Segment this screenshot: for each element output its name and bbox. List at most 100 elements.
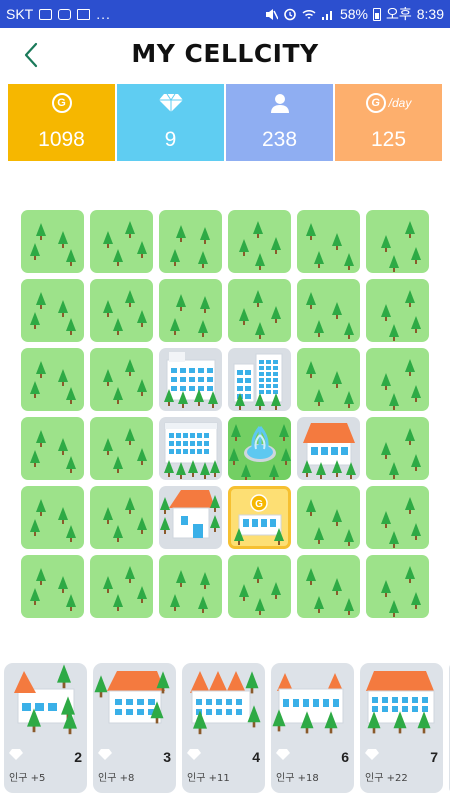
grass-tile[interactable] xyxy=(21,486,84,549)
grass-tile[interactable] xyxy=(297,486,360,549)
grass-tile[interactable] xyxy=(90,348,153,411)
grass-tile[interactable] xyxy=(228,279,291,342)
tree-icon xyxy=(170,318,180,335)
price-value: 2 xyxy=(74,749,82,765)
diamond-icon xyxy=(158,93,183,112)
shop-item-price: 7 xyxy=(365,749,438,765)
grass-tile[interactable] xyxy=(90,279,153,342)
tree-icon xyxy=(113,387,123,404)
tree-icon xyxy=(200,296,210,313)
battery-icon xyxy=(372,7,381,21)
image-notification-icon xyxy=(39,8,53,20)
tree-icon xyxy=(36,499,46,516)
price-value: 4 xyxy=(252,749,260,765)
grass-tile[interactable] xyxy=(366,210,429,273)
tree-icon xyxy=(137,310,147,327)
shop-item-house-1[interactable]: 2 인구 +5 xyxy=(4,663,87,793)
house-red-tile[interactable] xyxy=(297,417,360,480)
tree-icon xyxy=(344,391,354,408)
apartment-tile[interactable] xyxy=(159,348,222,411)
tree-icon xyxy=(332,509,342,526)
grass-tile[interactable] xyxy=(228,555,291,618)
tree-icon xyxy=(389,462,399,479)
tree-icon xyxy=(137,517,147,534)
grass-tile[interactable] xyxy=(159,555,222,618)
grass-tile[interactable] xyxy=(297,210,360,273)
diamond-icon xyxy=(276,749,290,760)
tree-icon xyxy=(405,566,415,583)
house-small-tile[interactable] xyxy=(159,486,222,549)
fountain-park-tile[interactable] xyxy=(228,417,291,480)
shop-item-house-2[interactable]: 3 인구 +8 xyxy=(93,663,176,793)
tree-icon xyxy=(160,497,170,514)
tree-icon xyxy=(103,507,113,524)
grass-tile[interactable] xyxy=(297,555,360,618)
grass-tile[interactable] xyxy=(90,486,153,549)
tree-icon xyxy=(30,243,40,260)
carrier-label: SKT xyxy=(6,6,34,22)
shop-item-price: 2 xyxy=(9,749,82,765)
battery-percent: 58% xyxy=(339,6,368,22)
tree-icon xyxy=(66,594,76,611)
grass-tile[interactable] xyxy=(90,555,153,618)
tree-icon xyxy=(113,249,123,266)
tree-icon xyxy=(125,290,135,307)
tree-icon xyxy=(411,523,421,540)
grass-tile[interactable] xyxy=(366,348,429,411)
shop-item-townhouse[interactable]: 4 인구 +11 xyxy=(182,663,265,793)
tree-icon xyxy=(94,675,108,698)
grass-tile[interactable] xyxy=(21,279,84,342)
tree-icon xyxy=(66,249,76,266)
tree-icon xyxy=(344,322,354,339)
tree-icon xyxy=(411,247,421,264)
grass-tile[interactable] xyxy=(21,210,84,273)
grass-tile[interactable] xyxy=(366,279,429,342)
status-bar: SKT ... 58% 오후 8:39 xyxy=(0,0,450,28)
tree-icon xyxy=(58,300,68,317)
tree-icon xyxy=(103,300,113,317)
grass-tile[interactable] xyxy=(366,486,429,549)
tree-icon xyxy=(306,361,316,378)
grass-tile[interactable] xyxy=(21,555,84,618)
grass-tile[interactable] xyxy=(228,210,291,273)
grass-tile[interactable] xyxy=(159,279,222,342)
grass-tile[interactable] xyxy=(366,417,429,480)
price-value: 3 xyxy=(163,749,171,765)
shop-item-mansion[interactable]: 7 인구 +22 xyxy=(360,663,443,793)
price-value: 7 xyxy=(430,749,438,765)
tree-icon xyxy=(389,531,399,548)
tree-icon xyxy=(30,519,40,536)
tree-icon xyxy=(30,381,40,398)
tree-icon xyxy=(200,572,210,589)
tree-icon xyxy=(306,499,316,516)
tower-tile[interactable] xyxy=(228,348,291,411)
tree-icon xyxy=(405,428,415,445)
tree-icon xyxy=(170,594,180,611)
tree-icon xyxy=(314,251,324,268)
tree-icon xyxy=(137,241,147,258)
tree-icon xyxy=(381,373,391,390)
tree-icon xyxy=(36,361,46,378)
grass-tile[interactable] xyxy=(297,279,360,342)
grass-tile[interactable] xyxy=(159,210,222,273)
tree-icon xyxy=(381,304,391,321)
page-title: MY CELLCITY xyxy=(131,39,319,68)
shop-item-villa[interactable]: 6 인구 +18 xyxy=(271,663,354,793)
grass-tile[interactable] xyxy=(21,348,84,411)
tree-icon xyxy=(113,594,123,611)
stats-bar: G 1098 9 238 G /day 125 xyxy=(8,84,442,161)
office-tile[interactable] xyxy=(159,417,222,480)
tree-icon xyxy=(314,596,324,613)
wifi-icon xyxy=(302,9,316,19)
grass-tile[interactable] xyxy=(21,417,84,480)
alarm-icon xyxy=(284,8,296,21)
grass-tile[interactable] xyxy=(90,417,153,480)
tree-icon xyxy=(255,322,265,339)
diamond-icon xyxy=(9,749,23,760)
tree-icon xyxy=(58,369,68,386)
coin-shop-tile[interactable]: G xyxy=(228,486,291,549)
tree-icon xyxy=(176,570,186,587)
grass-tile[interactable] xyxy=(366,555,429,618)
grass-tile[interactable] xyxy=(90,210,153,273)
grass-tile[interactable] xyxy=(297,348,360,411)
